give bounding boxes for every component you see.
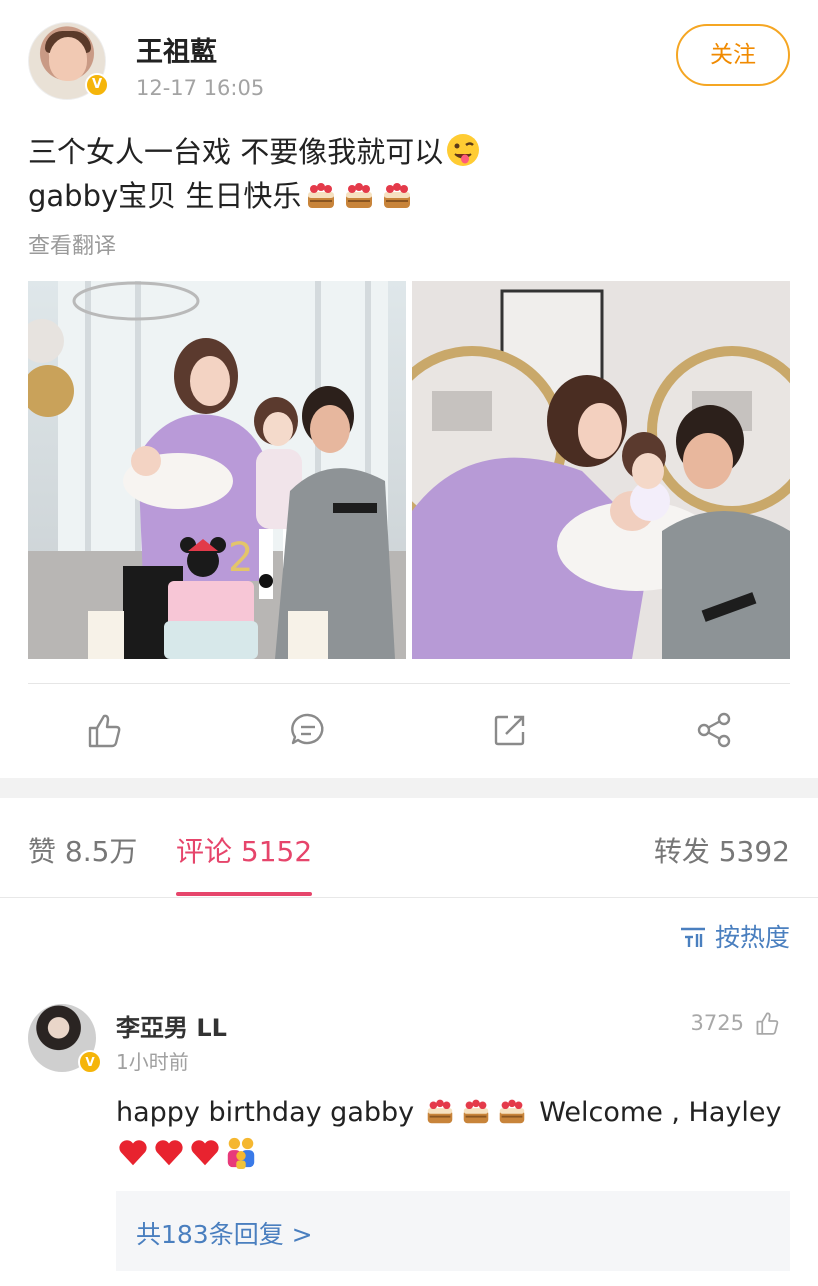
comment-text-part-2: Welcome , Hayley	[530, 1097, 782, 1128]
cake-emoji-icon	[499, 1099, 524, 1124]
replies-box: 共183条回复 >	[116, 1191, 790, 1271]
family-birthday-photo: 2	[28, 281, 406, 659]
comment-text: happy birthday gabby Welcome , Hayley	[116, 1092, 790, 1176]
share-nodes-icon	[697, 712, 731, 748]
tab-likes[interactable]: 赞 8.5万	[28, 830, 137, 870]
post-text-line-1: 三个女人一台戏 不要像我就可以	[28, 130, 790, 174]
commenter-name[interactable]: 李亞男 LL	[116, 1008, 227, 1043]
author-avatar[interactable]: V	[28, 22, 109, 100]
post-photo-2[interactable]	[412, 281, 790, 659]
post-photo-grid: 2	[28, 281, 790, 659]
thumbs-up-icon	[88, 714, 121, 748]
tongue-wink-emoji-icon	[447, 134, 480, 166]
tab-comments[interactable]: 评论 5152	[176, 830, 312, 870]
post-header: V 王祖藍 12-17 16:05 关注	[28, 22, 790, 102]
post-text-content-2: gabby宝贝 生日快乐	[28, 179, 302, 213]
svg-text:2: 2	[228, 535, 253, 581]
follow-button[interactable]: 关注	[676, 24, 790, 86]
red-heart-emoji-icon	[155, 1140, 183, 1166]
comment-like-button[interactable]: 3725	[691, 1008, 782, 1040]
post-timestamp: 12-17 16:05	[136, 76, 265, 100]
comment-item: V 李亞男 LL 1小时前 3725 happy birthday gabby …	[28, 1004, 790, 1286]
stats-tabs: 赞 8.5万 评论 5152 转发 5392	[0, 798, 818, 898]
cake-emoji-icon	[308, 183, 335, 208]
comment-text-line-1: happy birthday gabby Welcome , Hayley	[116, 1092, 790, 1134]
tab-reposts[interactable]: 转发 5392	[654, 830, 790, 870]
verified-badge-icon: V	[85, 73, 109, 97]
author-name[interactable]: 王祖藍	[136, 30, 217, 69]
active-tab-indicator	[176, 892, 312, 896]
share-button[interactable]	[693, 708, 737, 752]
family-emoji-icon	[227, 1137, 255, 1169]
cake-emoji-icon	[346, 183, 373, 208]
commenter-avatar[interactable]: V	[28, 1004, 102, 1074]
cake-emoji-icon	[463, 1099, 488, 1124]
repost-button[interactable]	[488, 708, 532, 752]
comment-button[interactable]	[286, 708, 330, 752]
divider	[28, 683, 790, 684]
sort-label: 按热度	[714, 923, 790, 952]
verified-badge-icon: V	[78, 1050, 102, 1074]
action-bar	[0, 700, 818, 760]
comment-text-line-2	[116, 1134, 790, 1176]
repost-arrow-icon	[494, 715, 525, 746]
comment-timestamp: 1小时前	[116, 1050, 189, 1074]
red-heart-emoji-icon	[119, 1140, 147, 1166]
family-kiss-photo	[412, 281, 790, 659]
cake-emoji-icon	[384, 183, 411, 208]
view-replies-link[interactable]: 共183条回复 >	[136, 1215, 313, 1251]
post-photo-1[interactable]: 2	[28, 281, 406, 659]
translate-link[interactable]: 查看翻译	[28, 228, 116, 260]
sort-by-hot-button[interactable]: 按热度	[679, 918, 790, 954]
cake-emoji-icon	[427, 1099, 452, 1124]
sort-icon	[680, 927, 705, 947]
thumbs-up-icon	[756, 1012, 779, 1035]
like-button[interactable]	[82, 708, 126, 752]
comment-bubble-icon	[291, 713, 324, 745]
post-text-content-1: 三个女人一台戏 不要像我就可以	[28, 135, 444, 169]
comment-text-part-1: happy birthday gabby	[116, 1097, 415, 1128]
post-text-line-2: gabby宝贝 生日快乐	[28, 174, 790, 218]
post-text: 三个女人一台戏 不要像我就可以 gabby宝贝 生日快乐	[28, 130, 790, 218]
section-separator	[0, 778, 818, 798]
comment-like-count: 3725	[690, 1011, 744, 1035]
red-heart-emoji-icon	[191, 1140, 219, 1166]
avatar-face	[49, 37, 87, 81]
